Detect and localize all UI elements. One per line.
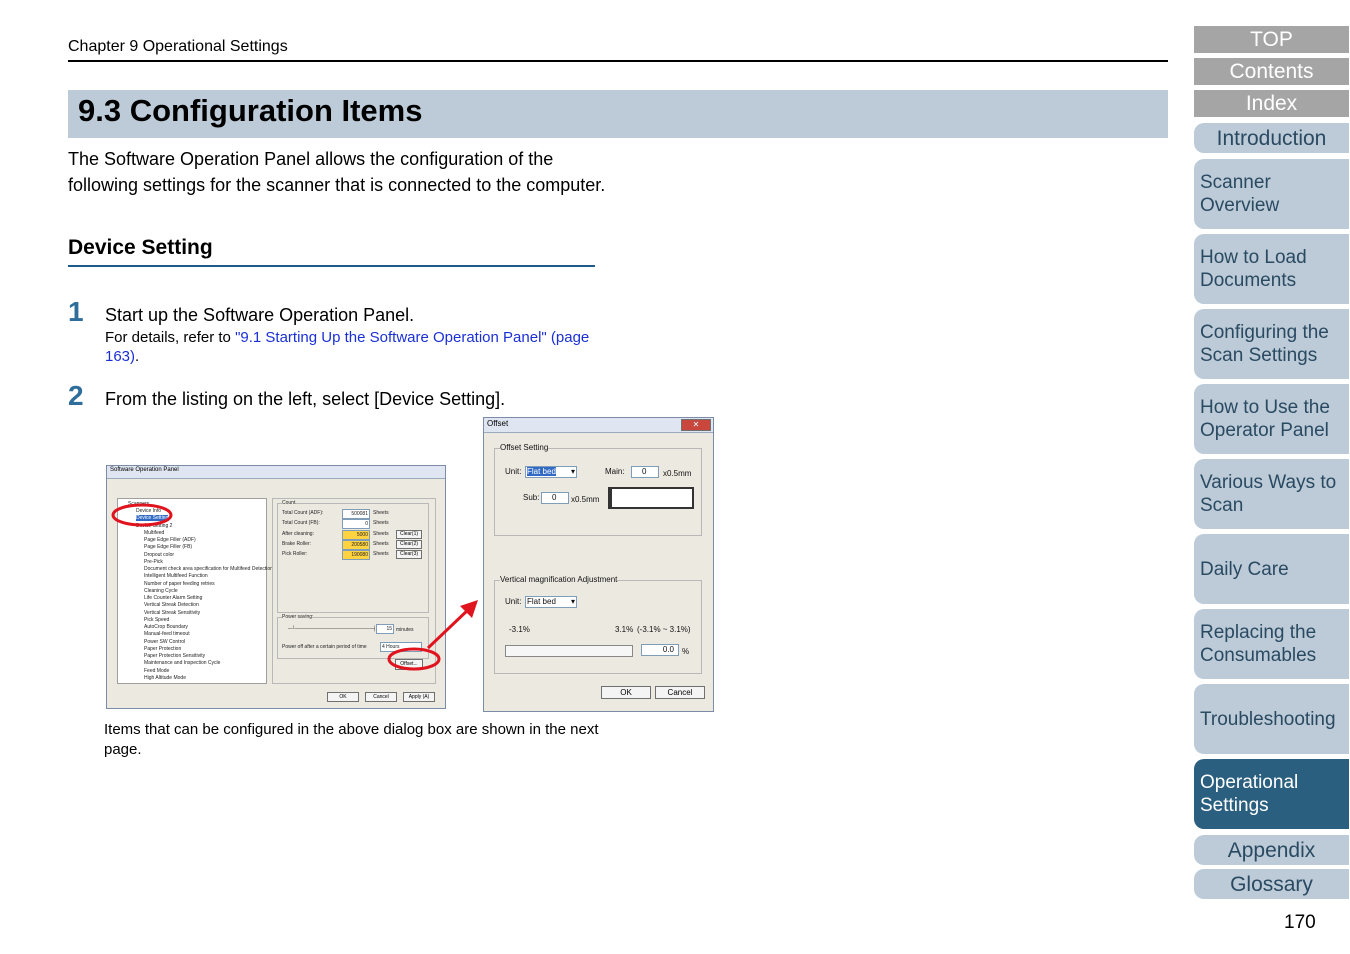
main-field[interactable]: 0 — [631, 466, 659, 478]
range-max-label: 3.1% — [615, 625, 634, 634]
vma-percent: % — [682, 647, 690, 656]
vma-unit-select[interactable]: Flat bed ▾ — [525, 596, 577, 608]
page-number: 170 — [1284, 912, 1316, 933]
vma-group-label: Vertical magnification Adjustment — [500, 575, 618, 584]
nav-tab-how-to-load-documents[interactable]: How to Load Documents — [1194, 234, 1349, 304]
arrow-line — [426, 606, 472, 650]
main-label: Main: — [605, 467, 625, 476]
nav-tab-introduction[interactable]: Introduction — [1194, 123, 1349, 153]
nav-tab-configuring-scan-settings[interactable]: Configuring the Scan Settings — [1194, 309, 1349, 379]
sub-label: Sub: — [523, 493, 540, 502]
figure-caption: Items that can be configured in the abov… — [104, 721, 599, 758]
range-text: (-3.1% ~ 3.1%) — [637, 625, 691, 634]
vma-unit-label: Unit: — [505, 597, 522, 606]
offset-button-highlight — [387, 647, 441, 671]
vma-value-field[interactable]: 0.0 — [641, 644, 679, 656]
range-min-label: -3.1% — [509, 625, 530, 634]
nav-top-button[interactable]: TOP — [1194, 26, 1349, 53]
offset-dialog-screenshot: Offset ✕ Offset Setting Unit: Flat bed ▾ … — [483, 417, 714, 712]
main-unit: x0.5mm — [663, 469, 692, 478]
unit-select[interactable]: Flat bed ▾ — [525, 466, 577, 478]
offset-cancel-button[interactable]: Cancel — [655, 686, 705, 699]
nav-contents-button[interactable]: Contents — [1194, 58, 1349, 85]
nav-tab-troubleshooting[interactable]: Troubleshooting — [1194, 684, 1349, 754]
nav-tab-daily-care[interactable]: Daily Care — [1194, 534, 1349, 604]
nav-tab-replacing-consumables[interactable]: Replacing the Consumables — [1194, 609, 1349, 679]
nav-tab-scanner-overview[interactable]: Scanner Overview — [1194, 159, 1349, 229]
close-icon[interactable]: ✕ — [681, 419, 711, 431]
nav-tab-various-ways-to-scan[interactable]: Various Ways to Scan — [1194, 459, 1349, 529]
sub-unit: x0.5mm — [571, 495, 600, 504]
offset-group-label: Offset Setting — [500, 443, 549, 452]
device-setting-highlight — [111, 503, 173, 527]
offset-preview — [608, 487, 694, 509]
offset-setting-group: Offset Setting Unit: Flat bed ▾ Main: 0 x… — [494, 443, 702, 536]
offset-dialog-title: Offset — [484, 418, 713, 433]
nav-tab-operational-settings[interactable]: Operational Settings — [1194, 759, 1349, 829]
chevron-down-icon: ▾ — [570, 467, 575, 476]
sub-field[interactable]: 0 — [541, 492, 569, 504]
unit-label: Unit: — [505, 467, 522, 476]
nav-index-button[interactable]: Index — [1194, 90, 1349, 117]
nav-tab-glossary[interactable]: Glossary — [1194, 869, 1349, 899]
vma-slider[interactable] — [505, 645, 633, 657]
offset-ok-button[interactable]: OK — [601, 686, 651, 699]
vertical-magnification-group: Vertical magnification Adjustment Unit: … — [494, 575, 702, 674]
nav-tab-appendix[interactable]: Appendix — [1194, 835, 1349, 865]
chevron-down-icon: ▾ — [570, 597, 575, 606]
nav-tab-operator-panel[interactable]: How to Use the Operator Panel — [1194, 384, 1349, 454]
